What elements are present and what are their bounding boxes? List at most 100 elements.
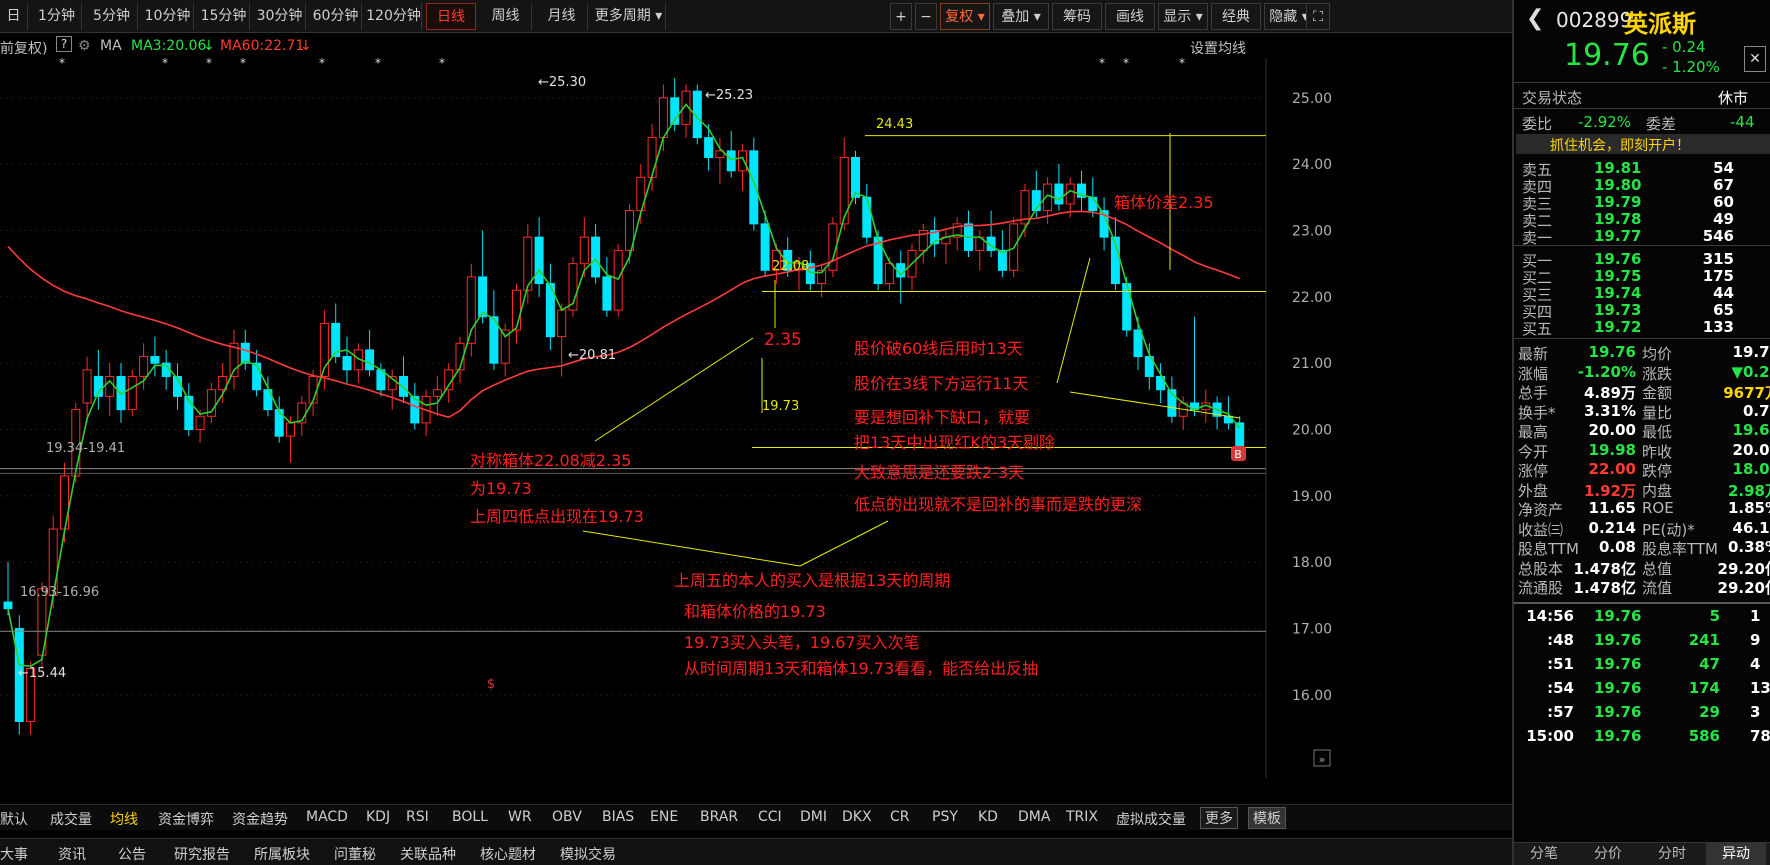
kline-chart[interactable]: 25.00 24.00 23.00 22.00 21.00 20.00 19.00 18.00… [0, 58, 1512, 778]
news-tab-6[interactable]: 关联品种 [400, 844, 456, 864]
indicator-tab-2[interactable]: 均线 [110, 809, 138, 829]
toolbar-btn-5[interactable]: 画线 [1105, 3, 1155, 30]
quote-tab-1[interactable]: 分价 [1578, 843, 1638, 865]
tick-row: 15:00 19.76 586 78 [1514, 726, 1770, 748]
period-7[interactable]: 120分钟 [366, 3, 422, 30]
toolbar-btn-6[interactable]: 显示 ▾ [1158, 3, 1208, 30]
indicator-tab-15[interactable]: DMI [800, 809, 827, 825]
ask-row[interactable]: 卖四 19.80 67 [1514, 175, 1770, 196]
candle-body [557, 309, 567, 338]
tick-price: 19.76 [1594, 702, 1642, 721]
bid-row[interactable]: 买二 19.75 175 [1514, 266, 1770, 287]
bid-row[interactable]: 买一 19.76 315 [1514, 249, 1770, 270]
indicator-tab-13[interactable]: BRAR [700, 809, 738, 825]
event-star-icon[interactable]: * [1179, 58, 1185, 70]
toolbar-btn-label: 隐藏 ▾ [1269, 9, 1309, 25]
news-tab-7[interactable]: 核心题材 [480, 844, 536, 864]
news-tab-5[interactable]: 问董秘 [334, 844, 376, 864]
close-icon[interactable]: ✕ [1744, 46, 1766, 72]
toolbar-btn-1[interactable]: − [915, 3, 937, 30]
indicator-tab-20[interactable]: DMA [1018, 809, 1050, 825]
indicator-tab-17[interactable]: CR [890, 809, 910, 825]
period-6[interactable]: 60分钟 [310, 3, 362, 30]
indicator-tab-24[interactable]: 模板 [1248, 807, 1286, 829]
news-tab-8[interactable]: 模拟交易 [560, 844, 616, 864]
indicator-tab-19[interactable]: KD [978, 809, 998, 825]
annotation-8: 对称箱体22.08减2.35 [470, 451, 631, 470]
quote-tab-3[interactable]: 异动 [1706, 843, 1766, 865]
book-price: 19.77 [1594, 227, 1642, 245]
indicator-tab-11[interactable]: BIAS [602, 809, 634, 825]
ask-row[interactable]: 卖一 19.77 546 [1514, 226, 1770, 247]
indicator-tab-12[interactable]: ENE [650, 809, 678, 825]
news-tab-4[interactable]: 所属板块 [254, 844, 310, 864]
ma-settings-link[interactable]: 设置均线 [1190, 38, 1246, 58]
book-volume: 546 [1702, 227, 1734, 245]
period-8[interactable]: 日线 [426, 3, 476, 30]
indicator-tab-10[interactable]: OBV [552, 809, 582, 825]
bid-row[interactable]: 买三 19.74 44 [1514, 283, 1770, 304]
indicator-tab-23[interactable]: 更多 [1200, 807, 1238, 829]
ask-row[interactable]: 卖五 19.81 54 [1514, 158, 1770, 179]
indicator-tab-0[interactable]: 默认 [0, 809, 28, 829]
event-star-icon[interactable]: * [206, 58, 212, 70]
toolbar-btn-2[interactable]: 复权 ▾ [940, 3, 990, 30]
indicator-tab-1[interactable]: 成交量 [50, 809, 92, 829]
event-star-icon[interactable]: * [375, 58, 381, 70]
event-star-icon[interactable]: * [59, 58, 65, 70]
news-tab-3[interactable]: 研究报告 [174, 844, 230, 864]
fullscreen-icon[interactable]: ⛶ [1306, 3, 1330, 30]
bid-row[interactable]: 买五 19.72 133 [1514, 317, 1770, 338]
candle-body [534, 236, 544, 285]
period-0[interactable]: 日 [0, 3, 28, 30]
period-9[interactable]: 周线 [480, 3, 532, 30]
indicator-tab-6[interactable]: KDJ [366, 809, 390, 825]
period-toolbar: 日 1分钟 5分钟 10分钟 15分钟 30分钟 60分钟 120分钟 日线 周线 月线 更多周期 ▾… [0, 0, 1512, 33]
open-account-promo[interactable]: 抓住机会，即刻开户！ [1550, 135, 1690, 155]
candle-body [195, 415, 205, 431]
event-star-icon[interactable]: * [240, 58, 246, 70]
indicator-tab-8[interactable]: BOLL [452, 809, 488, 825]
indicator-tab-5[interactable]: MACD [306, 809, 348, 825]
tick-time: :57 [1547, 702, 1574, 721]
help-icon[interactable]: ? [56, 36, 72, 52]
toolbar-btn-4[interactable]: 筹码 [1052, 3, 1102, 30]
quote-tab-0[interactable]: 分笔 [1514, 843, 1574, 865]
indicator-tab-16[interactable]: DKX [842, 809, 872, 825]
indicator-tab-22[interactable]: 虚拟成交量 [1116, 809, 1186, 829]
indicator-tab-3[interactable]: 资金博弈 [158, 809, 214, 829]
toolbar-btn-label: 经典 [1222, 9, 1250, 25]
news-tab-2[interactable]: 公告 [118, 844, 146, 864]
indicator-tab-14[interactable]: CCI [758, 809, 782, 825]
ask-row[interactable]: 卖二 19.78 49 [1514, 209, 1770, 230]
back-arrow-icon[interactable]: ❮ [1526, 6, 1544, 31]
event-star-icon[interactable]: * [1099, 58, 1105, 70]
indicator-tab-9[interactable]: WR [508, 809, 532, 825]
indicator-tab-4[interactable]: 资金趋势 [232, 809, 288, 829]
gear-icon[interactable]: ⚙ [78, 38, 91, 54]
quote-tab-2[interactable]: 分时 [1642, 843, 1702, 865]
period-2[interactable]: 5分钟 [86, 3, 138, 30]
event-star-icon[interactable]: * [439, 58, 445, 70]
ask-row[interactable]: 卖三 19.79 60 [1514, 192, 1770, 213]
toolbar-btn-3[interactable]: 叠加 ▾ [993, 3, 1049, 30]
stat-row: 净资产11.65ROE1.85% [1514, 498, 1770, 519]
period-5[interactable]: 30分钟 [254, 3, 306, 30]
event-star-icon[interactable]: * [1123, 58, 1129, 70]
event-star-icon[interactable]: * [319, 58, 325, 70]
period-3[interactable]: 10分钟 [142, 3, 194, 30]
period-11[interactable]: 更多周期 ▾ [592, 3, 666, 30]
dividend-marker-icon[interactable]: $ [487, 677, 495, 692]
news-tab-1[interactable]: 资讯 [58, 844, 86, 864]
period-10[interactable]: 月线 [536, 3, 588, 30]
event-star-icon[interactable]: * [162, 58, 168, 70]
news-tab-0[interactable]: 大事 [0, 844, 28, 864]
bid-row[interactable]: 买四 19.73 65 [1514, 300, 1770, 321]
period-1[interactable]: 1分钟 [32, 3, 82, 30]
indicator-tab-7[interactable]: RSI [406, 809, 429, 825]
toolbar-btn-7[interactable]: 经典 [1211, 3, 1261, 30]
toolbar-btn-0[interactable]: + [890, 3, 912, 30]
indicator-tab-21[interactable]: TRIX [1066, 809, 1098, 825]
period-4[interactable]: 15分钟 [198, 3, 250, 30]
indicator-tab-18[interactable]: PSY [932, 809, 958, 825]
